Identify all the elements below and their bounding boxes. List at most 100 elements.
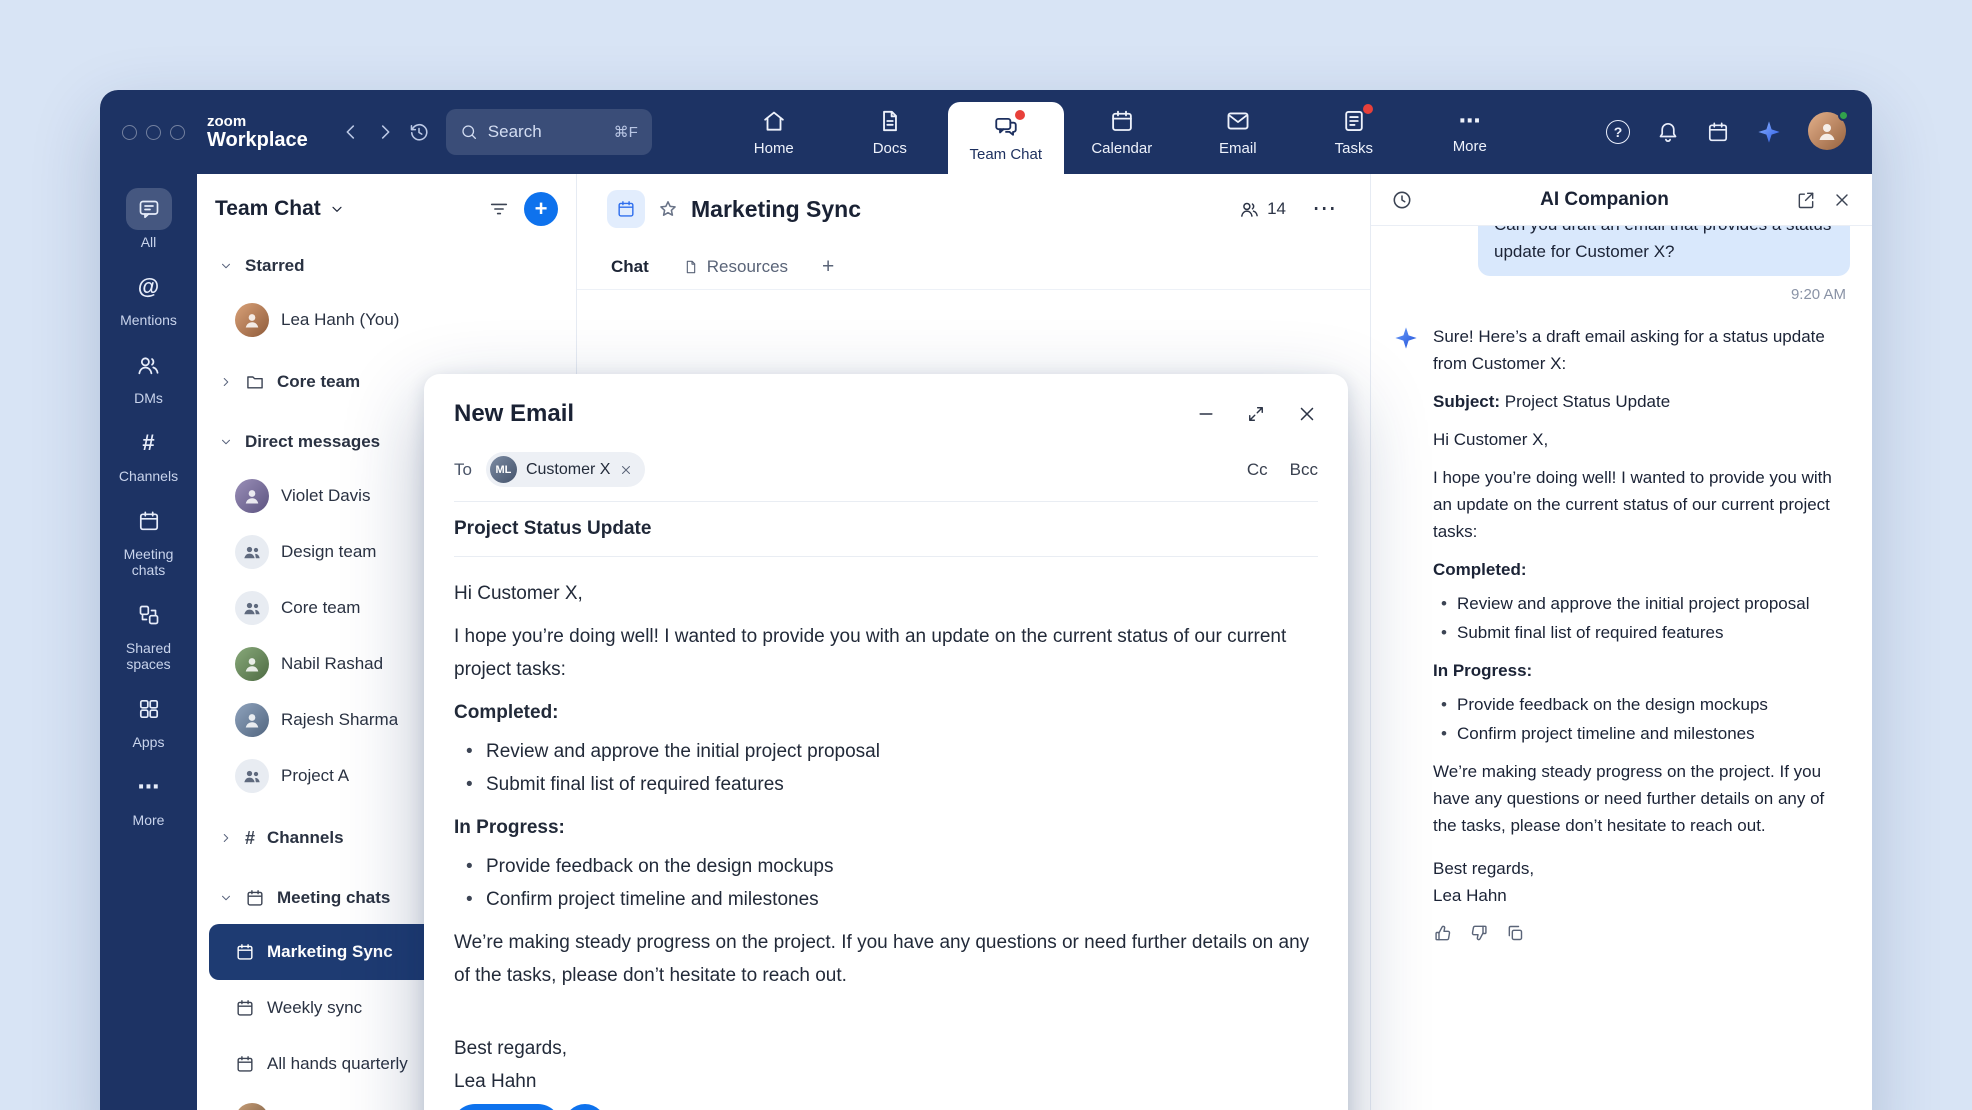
people-icon (1239, 199, 1260, 220)
thumbs-up-icon[interactable] (1433, 923, 1453, 943)
sidebar-title-dropdown[interactable]: Team Chat (215, 197, 345, 221)
top-navigation: Home Docs Team Chat Calendar Email (716, 90, 1528, 174)
nav-docs[interactable]: Docs (832, 90, 948, 174)
nav-email[interactable]: Email (1180, 90, 1296, 174)
thumbs-down-icon[interactable] (1469, 923, 1489, 943)
window-zoom-button[interactable] (170, 125, 185, 140)
team-chat-icon (993, 114, 1019, 140)
app-window: zoom Workplace Search ⌘F Home Docs (100, 90, 1872, 1110)
subject-field[interactable]: Project Status Update (424, 502, 1348, 556)
topbar-right: ? (1606, 90, 1848, 174)
sidebar-section-starred[interactable]: Starred (209, 240, 564, 292)
recipient-chip[interactable]: ML Customer X (486, 452, 645, 487)
favorite-star-icon[interactable] (657, 198, 679, 220)
timestamp: 9:20 AM (1397, 286, 1846, 303)
at-icon: @ (126, 266, 172, 308)
shared-spaces-icon (126, 594, 172, 636)
ai-response: Sure! Here’s a draft email asking for a … (1393, 323, 1850, 909)
minimize-icon[interactable] (1196, 404, 1216, 424)
nav-tasks[interactable]: Tasks (1296, 90, 1412, 174)
calendar-icon (235, 942, 255, 962)
window-controls (122, 125, 185, 140)
schedule-icon[interactable] (1706, 120, 1730, 144)
unread-badge (1015, 110, 1025, 120)
email-body-editor[interactable]: Hi Customer X, I hope you’re doing well!… (424, 557, 1348, 1098)
chevron-down-icon (329, 201, 345, 217)
cc-button[interactable]: Cc (1247, 460, 1268, 480)
ai-companion-panel: AI Companion Can you draft an email that… (1370, 174, 1872, 1110)
rail-item-mentions[interactable]: @ Mentions (104, 266, 194, 328)
search-input[interactable]: Search ⌘F (446, 109, 652, 155)
channel-title: Marketing Sync (691, 196, 861, 223)
ai-sparkle-icon (1393, 323, 1419, 909)
new-chat-button[interactable]: + (524, 192, 558, 226)
window-minimize-button[interactable] (146, 125, 161, 140)
tab-resources[interactable]: Resources (683, 257, 788, 277)
unread-badge (1363, 104, 1373, 114)
nav-more[interactable]: ⋯ More (1412, 90, 1528, 174)
bcc-button[interactable]: Bcc (1290, 460, 1318, 480)
email-icon (1225, 108, 1251, 134)
remove-recipient-icon[interactable] (619, 463, 633, 477)
rail-item-dms[interactable]: DMs (104, 344, 194, 406)
avatar (235, 479, 269, 513)
window-close-button[interactable] (122, 125, 137, 140)
nav-home[interactable]: Home (716, 90, 832, 174)
user-avatar[interactable] (1808, 112, 1848, 152)
search-icon (460, 123, 478, 141)
copy-icon[interactable] (1505, 923, 1525, 943)
back-button[interactable] (334, 115, 368, 149)
open-in-new-icon[interactable] (1796, 190, 1816, 210)
tasks-icon (1341, 108, 1367, 134)
close-icon[interactable] (1296, 403, 1318, 425)
channel-more-button[interactable]: ⋯ (1312, 197, 1336, 221)
rail-item-channels[interactable]: # Channels (104, 422, 194, 484)
expand-icon[interactable] (1246, 404, 1266, 424)
hash-icon: # (245, 829, 255, 847)
ai-conversation: Can you draft an email that provides a s… (1371, 226, 1872, 1110)
chevron-down-icon (219, 891, 233, 905)
zoom-workplace-logo: zoom Workplace (207, 114, 308, 150)
to-field[interactable]: To ML Customer X Cc Bcc (424, 444, 1348, 501)
nav-team-chat[interactable]: Team Chat (948, 102, 1064, 174)
modal-header: New Email (424, 374, 1348, 444)
filter-icon[interactable] (488, 198, 510, 220)
chat-bubble-icon (126, 188, 172, 230)
send-options-button[interactable] (564, 1104, 606, 1110)
history-icon[interactable] (1391, 189, 1413, 211)
rail-item-meeting-chats[interactable]: Meeting chats (104, 500, 194, 578)
tab-chat[interactable]: Chat (611, 257, 649, 277)
ai-sparkle-icon[interactable] (1756, 119, 1782, 145)
home-icon (761, 108, 787, 134)
compose-toolbar: Send GIF {x} ⋯ (424, 1088, 1348, 1110)
group-icon (235, 591, 269, 625)
sidebar-item-lea-hanh[interactable]: Lea Hanh (You) (209, 292, 564, 348)
member-count-button[interactable]: 14 (1239, 199, 1286, 220)
ellipsis-icon: ⋯ (126, 766, 172, 808)
forward-button[interactable] (368, 115, 402, 149)
ai-feedback-row (1433, 923, 1850, 943)
rail-item-more[interactable]: ⋯ More (104, 766, 194, 828)
calendar-icon (126, 500, 172, 542)
calendar-icon (235, 998, 255, 1018)
left-icon-rail: All @ Mentions DMs # Channels Meeting ch… (100, 174, 197, 1110)
ai-panel-header: AI Companion (1371, 174, 1872, 226)
ai-response-text: Sure! Here’s a draft email asking for a … (1433, 323, 1850, 909)
channel-calendar-icon (607, 190, 645, 228)
rail-item-apps[interactable]: Apps (104, 688, 194, 750)
add-tab-button[interactable]: + (822, 255, 834, 279)
close-icon[interactable] (1832, 190, 1852, 210)
group-icon (235, 759, 269, 793)
completed-list: Review and approve the initial project p… (1433, 590, 1850, 646)
notifications-bell-icon[interactable] (1656, 120, 1680, 144)
avatar (235, 303, 269, 337)
rail-item-shared-spaces[interactable]: Shared spaces (104, 594, 194, 672)
rail-item-all[interactable]: All (104, 188, 194, 250)
channel-tabs: Chat Resources + (577, 244, 1370, 290)
completed-list: Review and approve the initial project p… (454, 735, 1318, 801)
help-icon[interactable]: ? (1606, 120, 1630, 144)
send-button[interactable]: Send (452, 1104, 561, 1110)
nav-calendar[interactable]: Calendar (1064, 90, 1180, 174)
more-icon: ⋯ (1459, 110, 1481, 132)
history-icon[interactable] (402, 115, 436, 149)
